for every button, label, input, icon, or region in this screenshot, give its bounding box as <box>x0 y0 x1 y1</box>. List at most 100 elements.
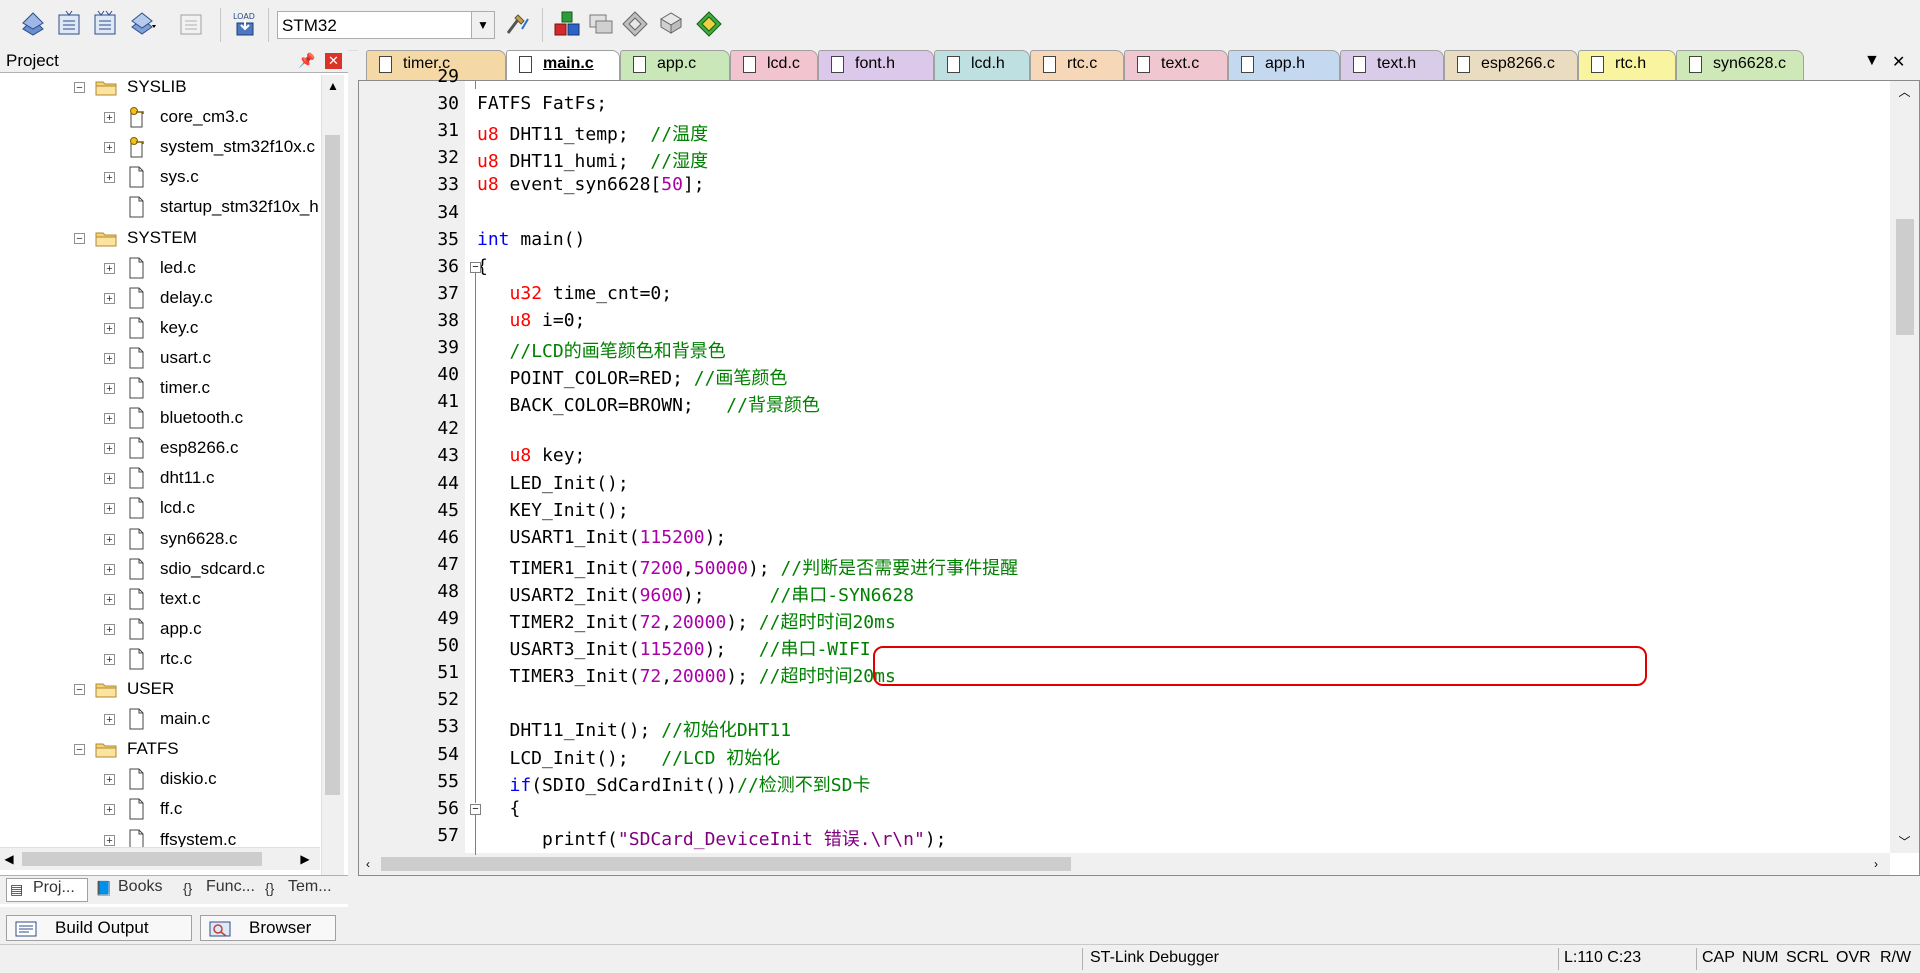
collapse-icon[interactable]: − <box>74 684 85 696</box>
translate-icon[interactable] <box>18 9 48 39</box>
scrollbar-thumb[interactable] <box>1896 219 1914 335</box>
target-select[interactable]: STM32 ▼ <box>277 11 495 39</box>
download-icon[interactable]: LOAD <box>230 9 260 39</box>
tree-file[interactable]: + esp8266.c <box>0 434 320 464</box>
expand-icon[interactable]: + <box>104 623 115 635</box>
scroll-right-icon[interactable]: › <box>1867 853 1885 875</box>
code-line[interactable]: { <box>465 796 1885 823</box>
tree-file[interactable]: + bluetooth.c <box>0 404 320 434</box>
tab-rtc-c[interactable]: rtc.c <box>1030 50 1124 80</box>
tree-file[interactable]: startup_stm32f10x_h <box>0 193 320 223</box>
tab-font-h[interactable]: font.h <box>818 50 934 80</box>
code-line[interactable]: LED_Init(); <box>465 471 1885 498</box>
code-line[interactable]: { <box>465 254 1885 281</box>
project-tab-3[interactable]: {} Func... <box>180 878 258 902</box>
project-tab-4[interactable]: {} Tem... <box>262 878 342 902</box>
tree-file[interactable]: + sys.c <box>0 163 320 193</box>
scrollbar-thumb[interactable] <box>22 852 262 866</box>
tree-folder[interactable]: − USER <box>0 675 320 705</box>
code-line[interactable]: int main() <box>465 227 1885 254</box>
code-line[interactable]: u8 DHT11_temp; //温度 <box>465 118 1885 145</box>
expand-icon[interactable]: + <box>104 112 115 124</box>
output-tab-browser[interactable]: Browser <box>200 915 336 941</box>
tree-file[interactable]: + app.c <box>0 615 320 645</box>
expand-icon[interactable]: + <box>104 804 115 816</box>
expand-icon[interactable]: + <box>104 563 115 575</box>
scroll-down-icon[interactable]: ﹀ <box>1890 831 1919 853</box>
tab-main-c[interactable]: main.c <box>506 50 620 80</box>
file-extensions-icon[interactable] <box>586 9 616 39</box>
tree-file[interactable]: + text.c <box>0 585 320 615</box>
tree-file[interactable]: + diskio.c <box>0 765 320 795</box>
tree-file[interactable]: + core_cm3.c <box>0 103 320 133</box>
close-editor-icon[interactable]: ✕ <box>1892 52 1905 72</box>
collapse-icon[interactable]: − <box>74 232 85 244</box>
manage-components-icon[interactable] <box>552 9 582 39</box>
tree-file[interactable]: + ff.c <box>0 795 320 825</box>
expand-icon[interactable]: + <box>104 443 115 455</box>
tree-file[interactable]: + system_stm32f10x.c <box>0 133 320 163</box>
tree-file[interactable]: + led.c <box>0 254 320 284</box>
code-line[interactable]: USART1_Init(115200); <box>465 525 1885 552</box>
expand-icon[interactable]: + <box>104 383 115 395</box>
scroll-left-icon[interactable]: ◀ <box>0 848 18 870</box>
tree-file[interactable]: + key.c <box>0 314 320 344</box>
tab-text-h[interactable]: text.h <box>1340 50 1444 80</box>
tab-rtc-h[interactable]: rtc.h <box>1578 50 1676 80</box>
code-line[interactable]: //LCD的画笔颜色和背景色 <box>465 335 1885 362</box>
editor-horizontal-scrollbar[interactable]: ‹ › <box>359 853 1890 875</box>
scroll-up-icon[interactable]: ▲ <box>322 75 344 97</box>
expand-icon[interactable]: + <box>104 834 115 846</box>
tab-app-c[interactable]: app.c <box>620 50 730 80</box>
expand-icon[interactable]: + <box>104 352 115 364</box>
project-tab-2[interactable]: 📘 Books <box>92 878 176 902</box>
scroll-right-icon[interactable]: ▶ <box>296 848 314 870</box>
tree-folder[interactable]: − SYSLIB <box>0 75 320 103</box>
tree-file[interactable]: + delay.c <box>0 284 320 314</box>
code-line[interactable]: DHT11_Init(); //初始化DHT11 <box>465 714 1885 741</box>
code-line[interactable]: TIMER1_Init(7200,50000); //判断是否需要进行事件提醒 <box>465 552 1885 579</box>
code-line[interactable]: TIMER2_Init(72,20000); //超时时间20ms <box>465 606 1885 633</box>
tree-file[interactable]: + main.c <box>0 705 320 735</box>
tree-file[interactable]: + ffsystem.c <box>0 826 320 847</box>
project-tab-1[interactable]: ▤ Proj... <box>6 878 88 902</box>
project-tree-vertical-scrollbar[interactable]: ▲ ▼ <box>321 75 344 893</box>
tab-list-dropdown-icon[interactable]: ▼ <box>1864 52 1880 70</box>
tab-esp8266-c[interactable]: esp8266.c <box>1444 50 1578 80</box>
expand-icon[interactable]: + <box>104 172 115 184</box>
tree-file[interactable]: + timer.c <box>0 374 320 404</box>
fold-toggle-icon[interactable]: − <box>470 803 481 815</box>
tree-file[interactable]: + dht11.c <box>0 464 320 494</box>
tree-file[interactable]: + rtc.c <box>0 645 320 675</box>
code-area[interactable]: FATFS FatFs; u8 DHT11_temp; //温度 u8 DHT11_… <box>465 81 1890 853</box>
tab-app-h[interactable]: app.h <box>1228 50 1340 80</box>
code-line[interactable]: BACK_COLOR=BROWN; //背景颜色 <box>465 389 1885 416</box>
code-line[interactable]: KEY_Init(); <box>465 498 1885 525</box>
code-line[interactable] <box>465 416 1885 443</box>
tree-folder[interactable]: − FATFS <box>0 735 320 765</box>
tree-file[interactable]: + usart.c <box>0 344 320 374</box>
expand-icon[interactable]: + <box>104 322 115 334</box>
project-tree-horizontal-scrollbar[interactable]: ◀ ▶ <box>0 847 320 870</box>
code-line[interactable]: u8 key; <box>465 443 1885 470</box>
code-line[interactable]: u8 event_syn6628[50]; <box>465 172 1885 199</box>
code-line[interactable]: FATFS FatFs; <box>465 91 1885 118</box>
code-line[interactable]: u8 DHT11_humi; //湿度 <box>465 145 1885 172</box>
editor-vertical-scrollbar[interactable]: ︿ ﹀ <box>1890 81 1919 853</box>
expand-icon[interactable]: + <box>104 533 115 545</box>
code-line[interactable]: USART2_Init(9600); //串口-SYN6628 <box>465 579 1885 606</box>
scroll-up-icon[interactable]: ︿ <box>1890 81 1919 103</box>
expand-icon[interactable]: + <box>104 262 115 274</box>
collapse-icon[interactable]: − <box>74 82 85 94</box>
expand-icon[interactable]: + <box>104 473 115 485</box>
close-icon[interactable]: ✕ <box>325 53 342 69</box>
code-editor[interactable]: 29 30 31 32 33 34 35 36 37 38 39 40 41 42 43 44 45 46 47 48… <box>358 66 1920 876</box>
select-software-packs-icon[interactable] <box>620 9 650 39</box>
collapse-icon[interactable]: − <box>74 744 85 756</box>
run-time-environment-icon[interactable] <box>694 9 724 39</box>
fold-toggle-icon[interactable]: − <box>470 261 481 273</box>
expand-icon[interactable]: + <box>104 593 115 605</box>
expand-icon[interactable]: + <box>104 413 115 425</box>
rebuild-icon[interactable] <box>90 9 120 39</box>
tab-lcd-h[interactable]: lcd.h <box>934 50 1030 80</box>
